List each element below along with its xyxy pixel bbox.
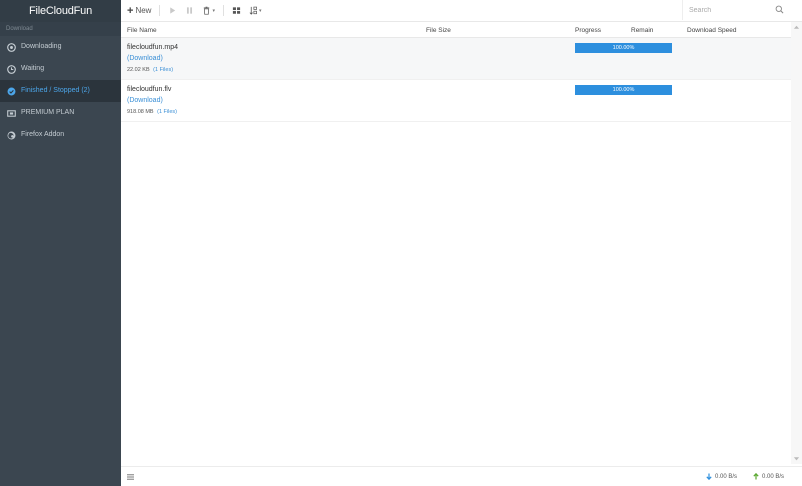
new-button[interactable]: + New (127, 3, 151, 19)
search-input[interactable] (689, 6, 769, 14)
check-circle-icon (7, 87, 16, 96)
scroll-down-icon[interactable] (793, 456, 800, 462)
clock-icon (7, 64, 16, 74)
table-row[interactable]: filecloudfun.mp4 (Download) 22.02 KB (1 … (121, 38, 791, 80)
arrow-up-icon (753, 473, 759, 480)
view-mode-button[interactable] (232, 3, 241, 19)
sidebar-item-premium-plan[interactable]: PREMIUM PLAN (0, 102, 121, 124)
file-meta: 22.02 KB (1 Files) (127, 67, 173, 73)
sidebar-item-firefox-addon[interactable]: Firefox Addon (0, 124, 121, 146)
upload-speed-indicator: 0.00 B/s (753, 473, 784, 480)
progress-text: 100.00% (612, 87, 635, 93)
sidebar-item-waiting[interactable]: Waiting (0, 58, 121, 80)
progress-bar: 100.00% (575, 85, 672, 95)
sidebar-item-label: Firefox Addon (21, 131, 65, 138)
app-logo: FileCloudFun (0, 0, 121, 22)
download-link[interactable]: (Download) (127, 55, 163, 62)
sidebar-item-finished-stopped[interactable]: Finished / Stopped (2) (0, 80, 121, 102)
vertical-scrollbar[interactable] (791, 22, 802, 464)
file-size: 22.02 KB (127, 67, 150, 73)
play-circle-icon (7, 42, 16, 52)
play-icon (170, 7, 176, 14)
column-header-progress[interactable]: Progress (575, 27, 601, 34)
progress-text: 100.00% (612, 45, 635, 51)
dropdown-caret-icon: ▾ (212, 7, 215, 14)
table-header: File Name File Size Progress Remain Down… (121, 22, 791, 38)
trash-icon (204, 6, 210, 15)
sidebar-item-label: PREMIUM PLAN (21, 109, 75, 116)
grid-icon (232, 7, 241, 14)
toolbar: + New ▾ ▾ (121, 0, 802, 22)
sidebar-item-label: Downloading (21, 43, 62, 50)
plus-icon: + (127, 4, 134, 17)
sidebar: FileCloudFun Download Downloading Waitin… (0, 0, 121, 486)
pause-icon (187, 7, 193, 14)
file-count-link[interactable]: (1 Files) (153, 67, 173, 73)
file-meta: 918.08 MB (1 Files) (127, 109, 177, 115)
download-speed-value: 0.00 B/s (715, 473, 738, 480)
file-name: filecloudfun.flv (127, 86, 172, 93)
table-row[interactable]: filecloudfun.flv (Download) 918.08 MB (1… (121, 80, 791, 122)
file-size: 918.08 MB (127, 109, 154, 115)
download-speed-indicator: 0.00 B/s (706, 473, 737, 480)
dropdown-caret-icon: ▾ (258, 7, 262, 14)
file-count-link[interactable]: (1 Files) (157, 109, 177, 115)
sidebar-item-downloading[interactable]: Downloading (0, 36, 121, 58)
column-header-file-name[interactable]: File Name (127, 27, 157, 34)
toolbar-divider (222, 5, 224, 16)
search-box (682, 0, 790, 20)
column-header-download-speed[interactable]: Download Speed (687, 27, 737, 34)
pause-button[interactable] (185, 3, 194, 19)
search-icon[interactable] (775, 5, 784, 14)
new-button-label: New (135, 6, 152, 15)
start-button[interactable] (168, 3, 177, 19)
status-bar: 0.00 B/s 0.00 B/s (121, 466, 802, 486)
delete-button[interactable]: ▾ (202, 3, 215, 19)
sidebar-item-label: Waiting (21, 65, 45, 72)
section-label-download: Download (0, 22, 121, 36)
ticket-icon (7, 109, 16, 118)
progress-bar: 100.00% (575, 43, 672, 53)
scroll-up-icon[interactable] (793, 24, 800, 30)
file-name: filecloudfun.mp4 (127, 44, 178, 51)
upload-speed-value: 0.00 B/s (762, 473, 785, 480)
column-header-remain[interactable]: Remain (631, 27, 653, 34)
sort-icon (249, 6, 257, 15)
download-link[interactable]: (Download) (127, 97, 163, 104)
firefox-icon (7, 131, 16, 140)
sidebar-item-label: Finished / Stopped (2) (21, 87, 90, 94)
column-header-file-size[interactable]: File Size (426, 27, 451, 34)
sidebar-nav: Downloading Waiting Finished / Stopped (… (0, 36, 121, 146)
menu-icon[interactable] (127, 474, 134, 480)
sort-button[interactable]: ▾ (249, 3, 262, 19)
toolbar-divider (159, 5, 161, 16)
file-list: filecloudfun.mp4 (Download) 22.02 KB (1 … (121, 38, 791, 122)
arrow-down-icon (706, 473, 712, 480)
